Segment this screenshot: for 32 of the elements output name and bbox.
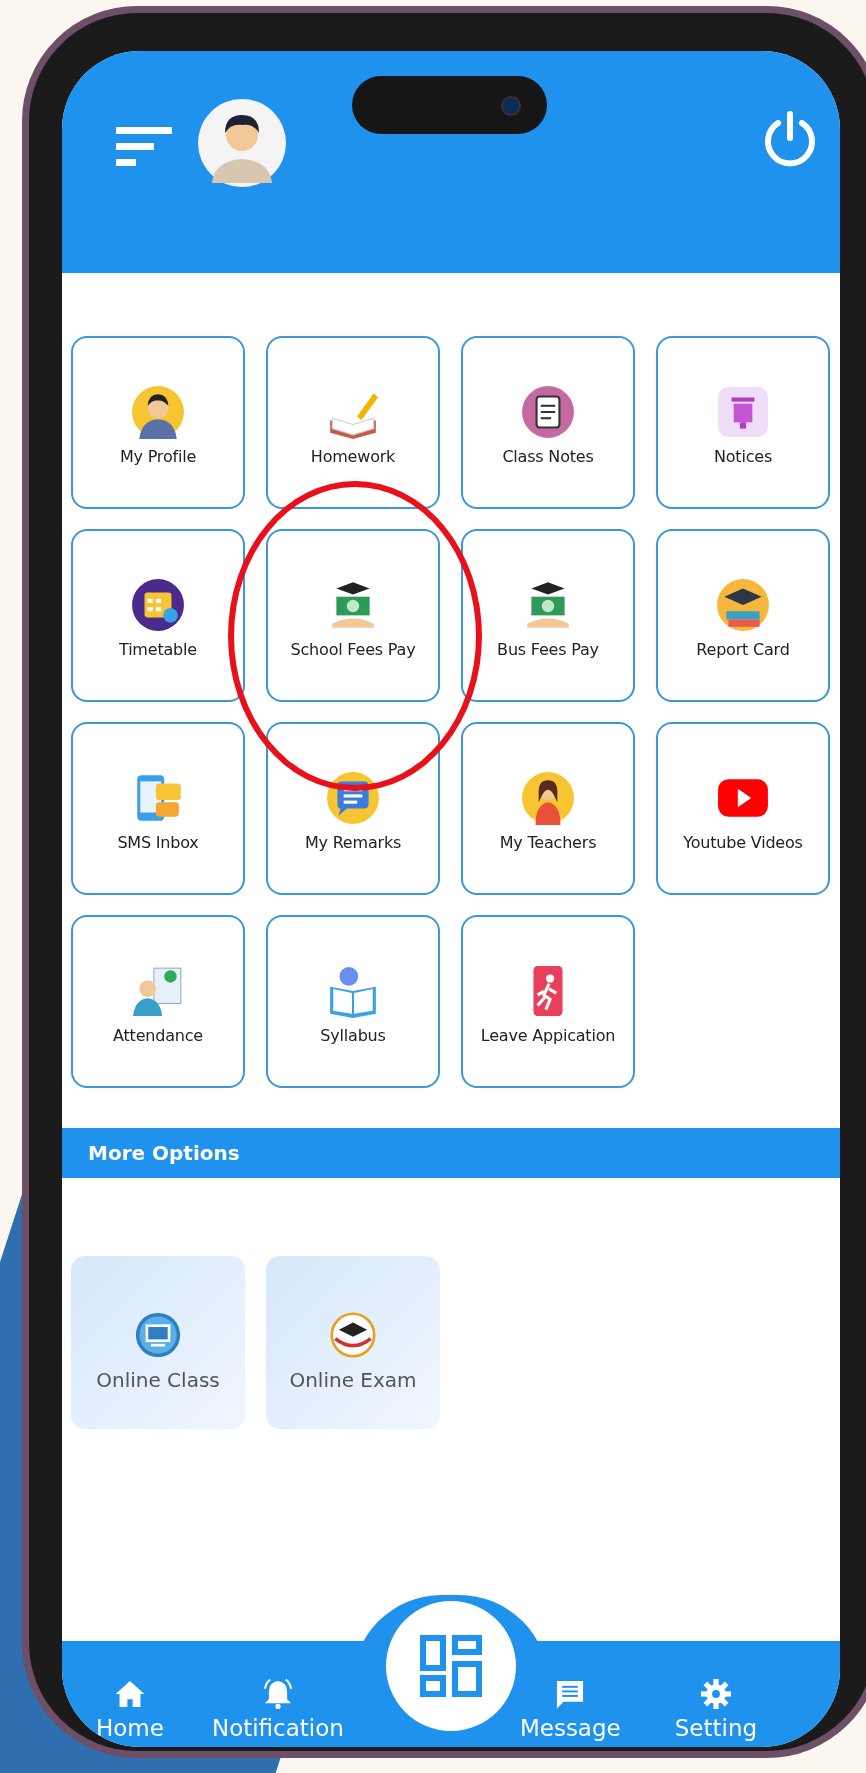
menu-tile[interactable]: Syllabus	[266, 915, 440, 1088]
menu-tile[interactable]: Youtube Videos	[656, 722, 830, 895]
clipboard-icon	[521, 385, 575, 439]
notice-icon	[716, 385, 770, 439]
graduation-cap-icon	[330, 1311, 376, 1358]
settings-icon	[698, 1677, 733, 1711]
menu-tile[interactable]: Report Card	[656, 529, 830, 702]
menu-tile[interactable]: Leave Appication	[461, 915, 635, 1088]
menu-tile[interactable]: My Remarks	[266, 722, 440, 895]
option-card[interactable]: Online Exam	[266, 1256, 440, 1429]
grid-icon	[420, 1635, 482, 1697]
menu-tile[interactable]: School Fees Pay	[266, 529, 440, 702]
person-icon	[131, 385, 185, 439]
menu-tile[interactable]: SMS Inbox	[71, 722, 245, 895]
avatar[interactable]	[198, 99, 286, 187]
menu-tile[interactable]: Timetable	[71, 529, 245, 702]
menu-tile[interactable]: Attendance	[71, 915, 245, 1088]
menu-tile[interactable]: My Profile	[71, 336, 245, 509]
calendar-icon	[131, 578, 185, 632]
menu-icon[interactable]	[116, 127, 174, 167]
option-card[interactable]: Online Class	[71, 1256, 245, 1429]
menu-tile[interactable]: My Teachers	[461, 722, 635, 895]
menu-tile[interactable]: Bus Fees Pay	[461, 529, 635, 702]
graduation-cap-icon	[716, 578, 770, 632]
menu-tile[interactable]: Homework	[266, 336, 440, 509]
monitor-icon	[135, 1311, 181, 1358]
section-header: More Options	[62, 1128, 840, 1178]
speech-bubble-icon	[326, 771, 380, 825]
menu-tile[interactable]: Notices	[656, 336, 830, 509]
power-icon[interactable]	[762, 111, 818, 167]
woman-icon	[521, 771, 575, 825]
menu-tile[interactable]: Class Notes	[461, 336, 635, 509]
